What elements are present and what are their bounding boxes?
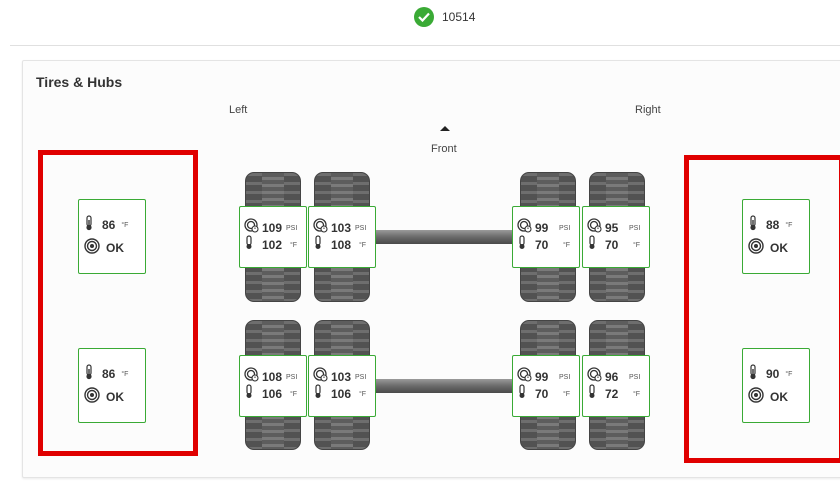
hub-icon (84, 386, 100, 408)
tire-temp: 70 (605, 238, 619, 252)
thermometer-icon (244, 384, 259, 404)
hub-status: OK (770, 390, 788, 404)
pressure-unit: PSI (629, 224, 641, 232)
thermometer-icon (748, 214, 758, 236)
temp-unit: °F (359, 241, 367, 249)
tire-pressure: 99 (535, 370, 549, 384)
tire-temp: 106 (331, 387, 352, 401)
temp-unit: °F (290, 390, 298, 398)
vehicle-id: 10514 (442, 10, 476, 24)
check-circle-icon (414, 7, 434, 27)
hub-right-front[interactable]: 88 °F OK (742, 199, 810, 274)
thermometer-icon (313, 384, 328, 404)
divider (10, 45, 840, 46)
temp-unit: °F (785, 370, 793, 378)
vehicle-status-bar: 10514 (0, 6, 840, 30)
tire-pressure: 103 (331, 370, 352, 384)
tire-reading-front-right-inner[interactable]: 99 PSI 70 °F (512, 206, 580, 268)
pressure-unit: PSI (286, 224, 298, 232)
hub-status: OK (106, 390, 124, 404)
tire-pressure: 96 (605, 370, 619, 384)
front-axle (372, 230, 518, 244)
thermometer-icon (313, 235, 328, 255)
hub-left-front[interactable]: 86 °F OK (78, 199, 146, 274)
hub-left-rear[interactable]: 86 °F OK (78, 348, 146, 423)
temp-unit: °F (563, 241, 571, 249)
temp-unit: °F (633, 390, 641, 398)
tire-reading-rear-left-inner[interactable]: 103 PSI 106 °F (308, 355, 376, 417)
pressure-unit: PSI (559, 373, 571, 381)
tire-temp: 106 (262, 387, 283, 401)
front-label: Front (431, 143, 457, 155)
temp-unit: °F (359, 390, 367, 398)
hub-icon (748, 386, 764, 408)
hub-right-rear[interactable]: 90 °F OK (742, 348, 810, 423)
hub-status: OK (106, 241, 124, 255)
thermometer-icon (587, 384, 602, 404)
tire-reading-front-right-outer[interactable]: 95 PSI 70 °F (582, 206, 650, 268)
hub-temp: 88 (766, 218, 780, 232)
tire-temp: 72 (605, 387, 619, 401)
temp-unit: °F (785, 221, 793, 229)
hub-temp: 90 (766, 367, 780, 381)
thermometer-icon (748, 363, 758, 385)
tire-temp: 70 (535, 238, 549, 252)
tire-reading-front-left-outer[interactable]: 109 PSI 102 °F (239, 206, 307, 268)
pressure-unit: PSI (629, 373, 641, 381)
temp-unit: °F (121, 221, 129, 229)
tire-temp: 70 (535, 387, 549, 401)
rear-axle (372, 379, 518, 393)
front-arrow-icon (440, 126, 450, 131)
pressure-unit: PSI (559, 224, 571, 232)
tire-pressure: 99 (535, 221, 549, 235)
tire-pressure: 108 (262, 370, 283, 384)
tire-pressure: 95 (605, 221, 619, 235)
thermometer-icon (244, 235, 259, 255)
tire-temp: 108 (331, 238, 352, 252)
pressure-unit: PSI (286, 373, 298, 381)
tire-pressure: 103 (331, 221, 352, 235)
tire-reading-rear-right-outer[interactable]: 96 PSI 72 °F (582, 355, 650, 417)
hub-temp: 86 (102, 218, 116, 232)
tire-temp: 102 (262, 238, 283, 252)
pressure-unit: PSI (355, 373, 367, 381)
tire-reading-front-left-inner[interactable]: 103 PSI 108 °F (308, 206, 376, 268)
hub-temp: 86 (102, 367, 116, 381)
thermometer-icon (84, 363, 94, 385)
temp-unit: °F (633, 241, 641, 249)
temp-unit: °F (563, 390, 571, 398)
left-side-label: Left (229, 104, 248, 116)
tire-reading-rear-right-inner[interactable]: 99 PSI 70 °F (512, 355, 580, 417)
right-side-label: Right (635, 104, 661, 116)
hub-status: OK (770, 241, 788, 255)
thermometer-icon (517, 235, 532, 255)
tire-reading-rear-left-outer[interactable]: 108 PSI 106 °F (239, 355, 307, 417)
thermometer-icon (84, 214, 94, 236)
temp-unit: °F (121, 370, 129, 378)
thermometer-icon (587, 235, 602, 255)
hub-icon (84, 237, 100, 259)
pressure-unit: PSI (355, 224, 367, 232)
hub-icon (748, 237, 764, 259)
section-title: Tires & Hubs (36, 74, 123, 90)
thermometer-icon (517, 384, 532, 404)
temp-unit: °F (290, 241, 298, 249)
tire-pressure: 109 (262, 221, 283, 235)
